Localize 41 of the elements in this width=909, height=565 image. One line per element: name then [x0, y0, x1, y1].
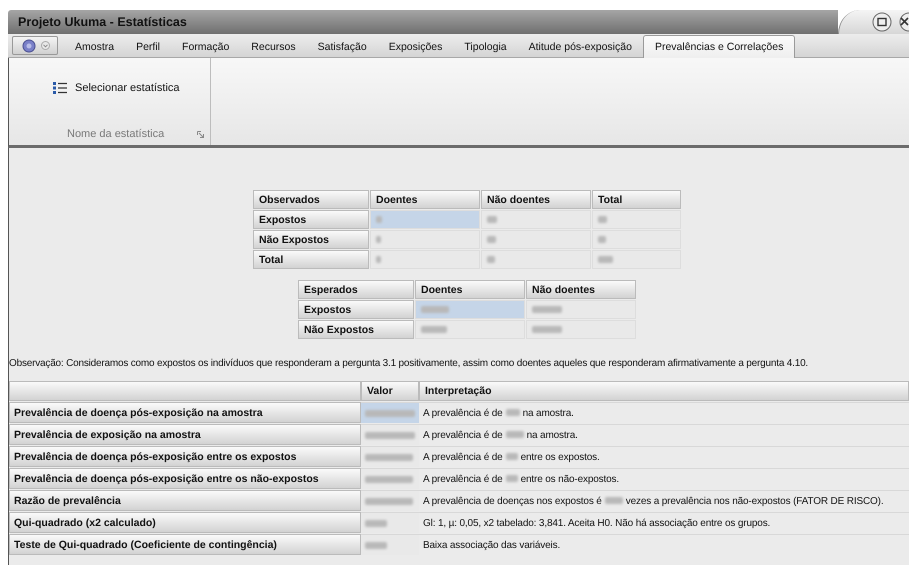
- interpretation-text: A prevalência é de na amostra.: [423, 408, 574, 418]
- tab[interactable]: Exposições: [378, 35, 454, 57]
- tab[interactable]: Perfil: [125, 35, 172, 57]
- column-header: Não doentes: [481, 190, 591, 209]
- group-label: Nome da estatística: [67, 128, 164, 140]
- row-header: Razão de prevalência: [9, 490, 361, 511]
- row-header: Não Expostos: [253, 230, 369, 249]
- row-header: Prevalência de exposição na amostra: [9, 424, 361, 445]
- window-title: Projeto Ukuma - Estatísticas: [18, 15, 187, 29]
- interpretation-text: A prevalência é de entre os não-expostos.: [423, 474, 620, 484]
- tab[interactable]: Tipologia: [453, 35, 518, 57]
- select-statistic-button[interactable]: Selecionar estatística: [51, 80, 182, 96]
- row-header: Expostos: [298, 300, 414, 319]
- interpretation-text: A prevalência de doenças nos expostos é vezes a prevalência nos não-expostos (FATOR DE RISCO).: [423, 496, 884, 506]
- interpretation-text: Gl: 1, µ: 0,05, x2 tabelado: 3,841. Aceita H0. Não há associação entre os grupos.: [423, 518, 770, 528]
- row-header: Qui-quadrado (x2 calculado): [9, 512, 361, 533]
- column-header: Doentes: [370, 190, 480, 209]
- column-header: Observados: [253, 190, 369, 209]
- tab[interactable]: Amostra: [64, 35, 126, 57]
- row-header: Total: [253, 250, 369, 269]
- interpretation-text: A prevalência é de entre os expostos.: [423, 452, 600, 462]
- tab[interactable]: Recursos: [240, 35, 307, 57]
- column-header: Doentes: [415, 280, 525, 299]
- tab[interactable]: Atitude pós-exposição: [518, 35, 643, 57]
- column-header: Não doentes: [526, 280, 636, 299]
- row-header: Teste de Qui-quadrado (Coeficiente de contingência): [9, 534, 361, 555]
- column-header: Valor: [361, 381, 419, 401]
- row-header: Prevalência de doença pós-exposição entre os não-expostos: [9, 468, 361, 489]
- row-header: Não Expostos: [298, 320, 414, 339]
- row-header: Expostos: [253, 210, 369, 229]
- tab[interactable]: Formação: [171, 35, 240, 57]
- row-header: Prevalência de doença pós-exposição entre os expostos: [9, 446, 361, 467]
- interpretation-text: Baixa associação das variáveis.: [423, 540, 560, 550]
- column-header: Esperados: [298, 280, 414, 299]
- column-header: Interpretação: [419, 381, 909, 401]
- column-header: Total: [592, 190, 681, 209]
- interpretation-text: A prevalência é de na amostra.: [423, 430, 578, 440]
- note-text: Observação: Consideramos como expostos os indivíduos que responderam a pergunta 3.1 positivamente, assim como doentes aqueles que responderam afirmativamente a pergunta 4.10.: [9, 358, 810, 369]
- tab[interactable]: Prevalências e Correlações: [642, 35, 796, 58]
- tab[interactable]: Satisfação: [306, 35, 378, 57]
- row-header: Prevalência de doença pós-exposição na amostra: [9, 402, 361, 423]
